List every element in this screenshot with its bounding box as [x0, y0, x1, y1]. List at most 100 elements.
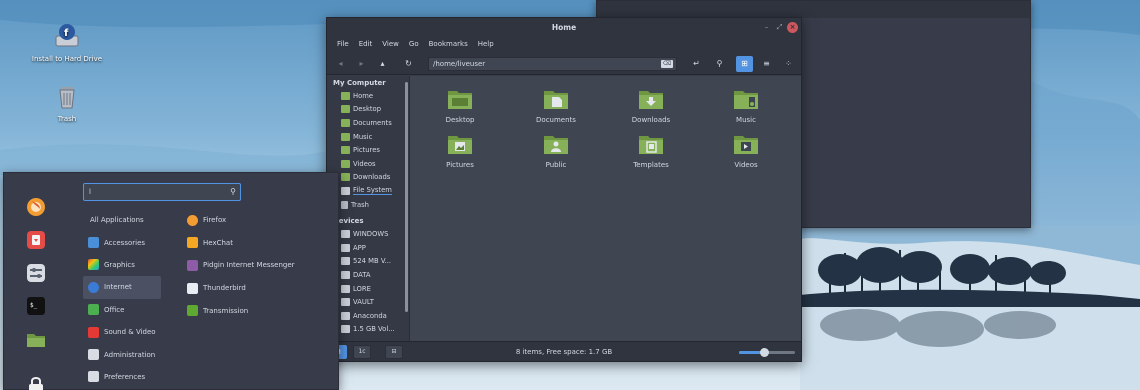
- sidebar-device-item[interactable]: LORE: [327, 282, 409, 296]
- category-graphics[interactable]: Graphics: [83, 254, 161, 276]
- sidebar-device-item[interactable]: APP: [327, 241, 409, 255]
- music-folder-icon: [341, 132, 350, 141]
- software-icon[interactable]: [26, 230, 46, 250]
- drive-icon: [341, 243, 350, 252]
- internet-icon: [88, 281, 99, 293]
- desktop-icon-install[interactable]: f Install to Hard Drive: [22, 22, 112, 63]
- window-titlebar[interactable]: Home – ⤢ ×: [327, 18, 801, 38]
- file-item-videos[interactable]: Videos: [711, 133, 781, 169]
- reload-button[interactable]: ↻: [400, 56, 417, 72]
- menu-edit[interactable]: Edit: [354, 38, 378, 53]
- sidebar-scrollbar[interactable]: [405, 82, 408, 312]
- preferences-icon: [88, 371, 99, 383]
- zoom-slider[interactable]: [739, 348, 795, 357]
- file-name: Music: [736, 116, 756, 124]
- icon-view-button[interactable]: ⊞: [736, 56, 753, 72]
- drive-icon: [341, 311, 350, 320]
- pictures-folder-icon: [448, 136, 472, 154]
- desktop-folder-icon: [448, 91, 472, 109]
- sidebar-item-home[interactable]: Home: [327, 89, 409, 103]
- lock-icon[interactable]: [26, 375, 46, 390]
- minimize-button[interactable]: –: [761, 22, 772, 33]
- close-button[interactable]: ×: [787, 22, 798, 33]
- downloads-folder-icon: [639, 91, 663, 109]
- forward-button[interactable]: ▸: [353, 56, 370, 72]
- sidebar-device-item[interactable]: DATA: [327, 268, 409, 282]
- list-view-button[interactable]: ≡: [758, 56, 775, 72]
- category-sound-video[interactable]: Sound & Video: [83, 321, 161, 343]
- app-firefox[interactable]: Firefox: [187, 209, 337, 232]
- category-administration[interactable]: Administration: [83, 343, 161, 365]
- sidebar-device-item[interactable]: Anaconda: [327, 309, 409, 323]
- up-button[interactable]: ▴: [374, 56, 391, 72]
- menu-help[interactable]: Help: [473, 38, 499, 53]
- file-view[interactable]: Desktop Documents Downloads Music Pictur…: [409, 76, 801, 341]
- category-all-applications[interactable]: All Applications: [83, 209, 161, 231]
- settings-icon[interactable]: [26, 263, 46, 283]
- sidebar-item-documents[interactable]: Documents: [327, 116, 409, 130]
- background-window-titlebar[interactable]: [597, 1, 1030, 18]
- desktop-icon-trash[interactable]: Trash: [22, 82, 112, 123]
- menu-file[interactable]: File: [332, 38, 354, 53]
- category-office[interactable]: Office: [83, 299, 161, 321]
- drive-icon: [341, 257, 350, 266]
- toggle-location-button[interactable]: ↵: [688, 56, 705, 72]
- category-preferences[interactable]: Preferences: [83, 366, 161, 388]
- file-item-pictures[interactable]: Pictures: [425, 133, 495, 169]
- drive-icon: [341, 230, 350, 239]
- drive-icon: [341, 284, 350, 293]
- window-body: My Computer Home Desktop Documents Music…: [327, 76, 801, 341]
- sidebar-item-file-system[interactable]: File System: [327, 184, 409, 198]
- file-name: Videos: [734, 161, 758, 169]
- trash-icon: [341, 200, 348, 209]
- maximize-button[interactable]: ⤢: [774, 22, 785, 33]
- app-transmission[interactable]: Transmission: [187, 299, 337, 322]
- category-accessories[interactable]: Accessories: [83, 231, 161, 253]
- firefox-icon[interactable]: [26, 197, 46, 217]
- svg-text:$_: $_: [30, 302, 38, 309]
- file-item-documents[interactable]: Documents: [521, 88, 591, 124]
- file-name: Pictures: [446, 161, 474, 169]
- location-bar[interactable]: /home/liveuser ⌫: [428, 57, 677, 71]
- sidebar-item-videos[interactable]: Videos: [327, 157, 409, 171]
- sidebar-item-trash[interactable]: Trash: [327, 198, 409, 212]
- menu-bookmarks[interactable]: Bookmarks: [424, 38, 473, 53]
- sidebar-device-item[interactable]: WINDOWS: [327, 227, 409, 241]
- documents-folder-icon: [544, 91, 568, 109]
- sidebar-item-pictures[interactable]: Pictures: [327, 143, 409, 157]
- menu-go[interactable]: Go: [404, 38, 424, 53]
- app-pidgin[interactable]: Pidgin Internet Messenger: [187, 254, 337, 277]
- drive-icon: [341, 325, 350, 334]
- file-item-music[interactable]: Music: [711, 88, 781, 124]
- sidebar-item-downloads[interactable]: Downloads: [327, 171, 409, 185]
- menu-search-input[interactable]: [84, 184, 214, 200]
- app-hexchat[interactable]: HexChat: [187, 232, 337, 255]
- file-item-desktop[interactable]: Desktop: [425, 88, 495, 124]
- menu-search-field[interactable]: ⚲: [83, 183, 241, 201]
- sidebar-heading-devices[interactable]: Devices: [327, 211, 409, 227]
- files-icon[interactable]: [26, 330, 46, 350]
- sidebar-heading-my-computer[interactable]: My Computer: [327, 76, 409, 89]
- svg-text:f: f: [64, 28, 69, 39]
- sidebar-item-desktop[interactable]: Desktop: [327, 103, 409, 117]
- music-folder-icon: [734, 91, 758, 109]
- toolbar: ◂ ▸ ▴ ↻ /home/liveuser ⌫ ↵ ⚲ ⊞ ≡ ⁘: [327, 53, 801, 75]
- file-item-downloads[interactable]: Downloads: [616, 88, 686, 124]
- terminal-icon[interactable]: $_: [26, 296, 46, 316]
- file-item-public[interactable]: Public: [521, 133, 591, 169]
- office-icon: [88, 304, 99, 316]
- file-item-templates[interactable]: Templates: [616, 133, 686, 169]
- clear-location-icon[interactable]: ⌫: [661, 60, 673, 68]
- app-thunderbird[interactable]: Thunderbird: [187, 277, 337, 300]
- compact-view-button[interactable]: ⁘: [780, 56, 797, 72]
- category-internet[interactable]: Internet: [83, 276, 161, 299]
- sidebar-item-music[interactable]: Music: [327, 130, 409, 144]
- application-menu: $_ ⚲ All Applications Accessories Graphi…: [3, 172, 339, 390]
- sidebar-device-item[interactable]: 1.5 GB Vol...: [327, 323, 409, 337]
- menu-view[interactable]: View: [377, 38, 404, 53]
- sidebar-device-item[interactable]: 524 MB V...: [327, 255, 409, 269]
- file-name: Desktop: [445, 116, 475, 124]
- search-button[interactable]: ⚲: [711, 56, 728, 72]
- sidebar-device-item[interactable]: VAULT: [327, 295, 409, 309]
- back-button[interactable]: ◂: [332, 56, 349, 72]
